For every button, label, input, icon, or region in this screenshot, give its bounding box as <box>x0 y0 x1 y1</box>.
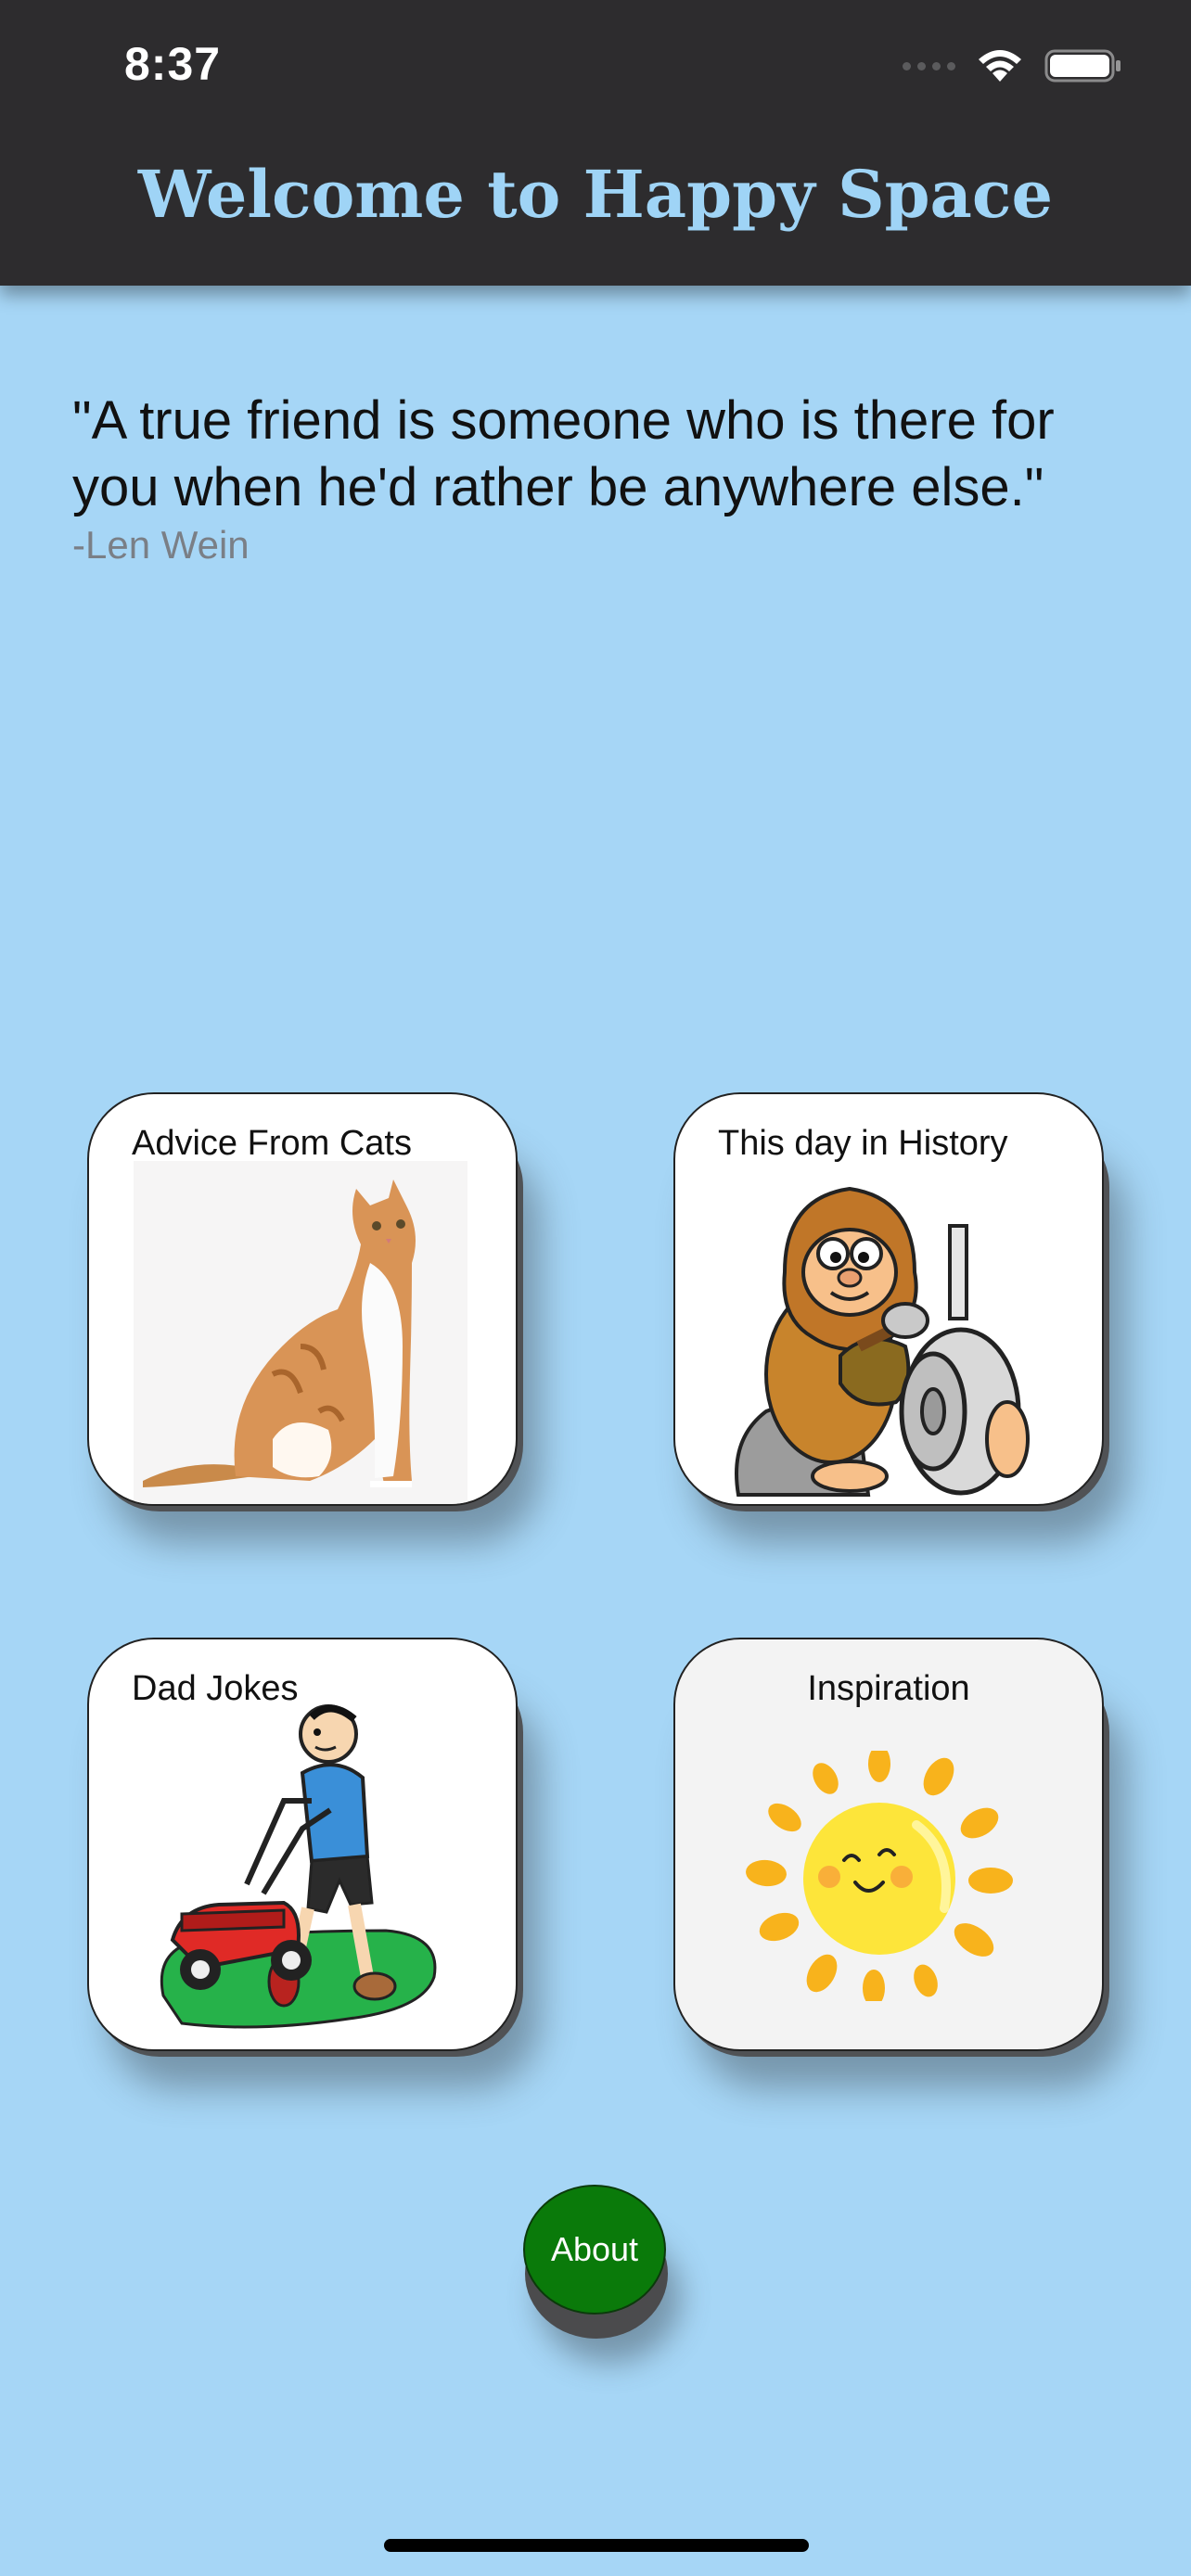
status-time: 8:37 <box>124 38 222 90</box>
app-header: 8:37 Welcome to Happy Space <box>0 0 1191 286</box>
dad-jokes-tile[interactable]: Dad Jokes <box>87 1638 523 2057</box>
battery-icon <box>1044 49 1121 83</box>
quote-author: -Len Wein <box>72 523 250 567</box>
page-title: Welcome to Happy Space <box>137 156 1054 233</box>
tile-label: Advice From Cats <box>132 1124 412 1163</box>
advice-from-cats-button[interactable]: Advice From Cats <box>87 1092 518 1506</box>
about-button[interactable]: About <box>523 2185 666 2315</box>
quote-text: "A true friend is someone who is there f… <box>72 390 1055 517</box>
caveman-icon <box>735 1186 1030 1497</box>
lawnmower-dad-icon <box>160 1704 437 2029</box>
inspiration-button[interactable]: Inspiration <box>673 1638 1104 2051</box>
tile-label: This day in History <box>718 1124 1008 1163</box>
home-indicator[interactable] <box>384 2539 809 2552</box>
dad-jokes-button[interactable]: Dad Jokes <box>87 1638 518 2051</box>
inspiration-tile[interactable]: Inspiration <box>673 1638 1109 2057</box>
sun-icon <box>746 1751 1013 2001</box>
wifi-icon <box>979 50 1021 82</box>
tile-label: Inspiration <box>807 1669 970 1708</box>
this-day-in-history-button[interactable]: This day in History <box>673 1092 1104 1506</box>
tile-label: Dad Jokes <box>132 1669 299 1708</box>
status-icons <box>903 48 1122 83</box>
advice-from-cats-tile[interactable]: Advice From Cats <box>87 1092 523 1511</box>
cat-icon <box>134 1161 467 1504</box>
this-day-in-history-tile[interactable]: This day in History <box>673 1092 1109 1511</box>
cellular-signal-icon <box>903 61 955 70</box>
about-button-wrap[interactable]: About <box>523 2185 672 2342</box>
